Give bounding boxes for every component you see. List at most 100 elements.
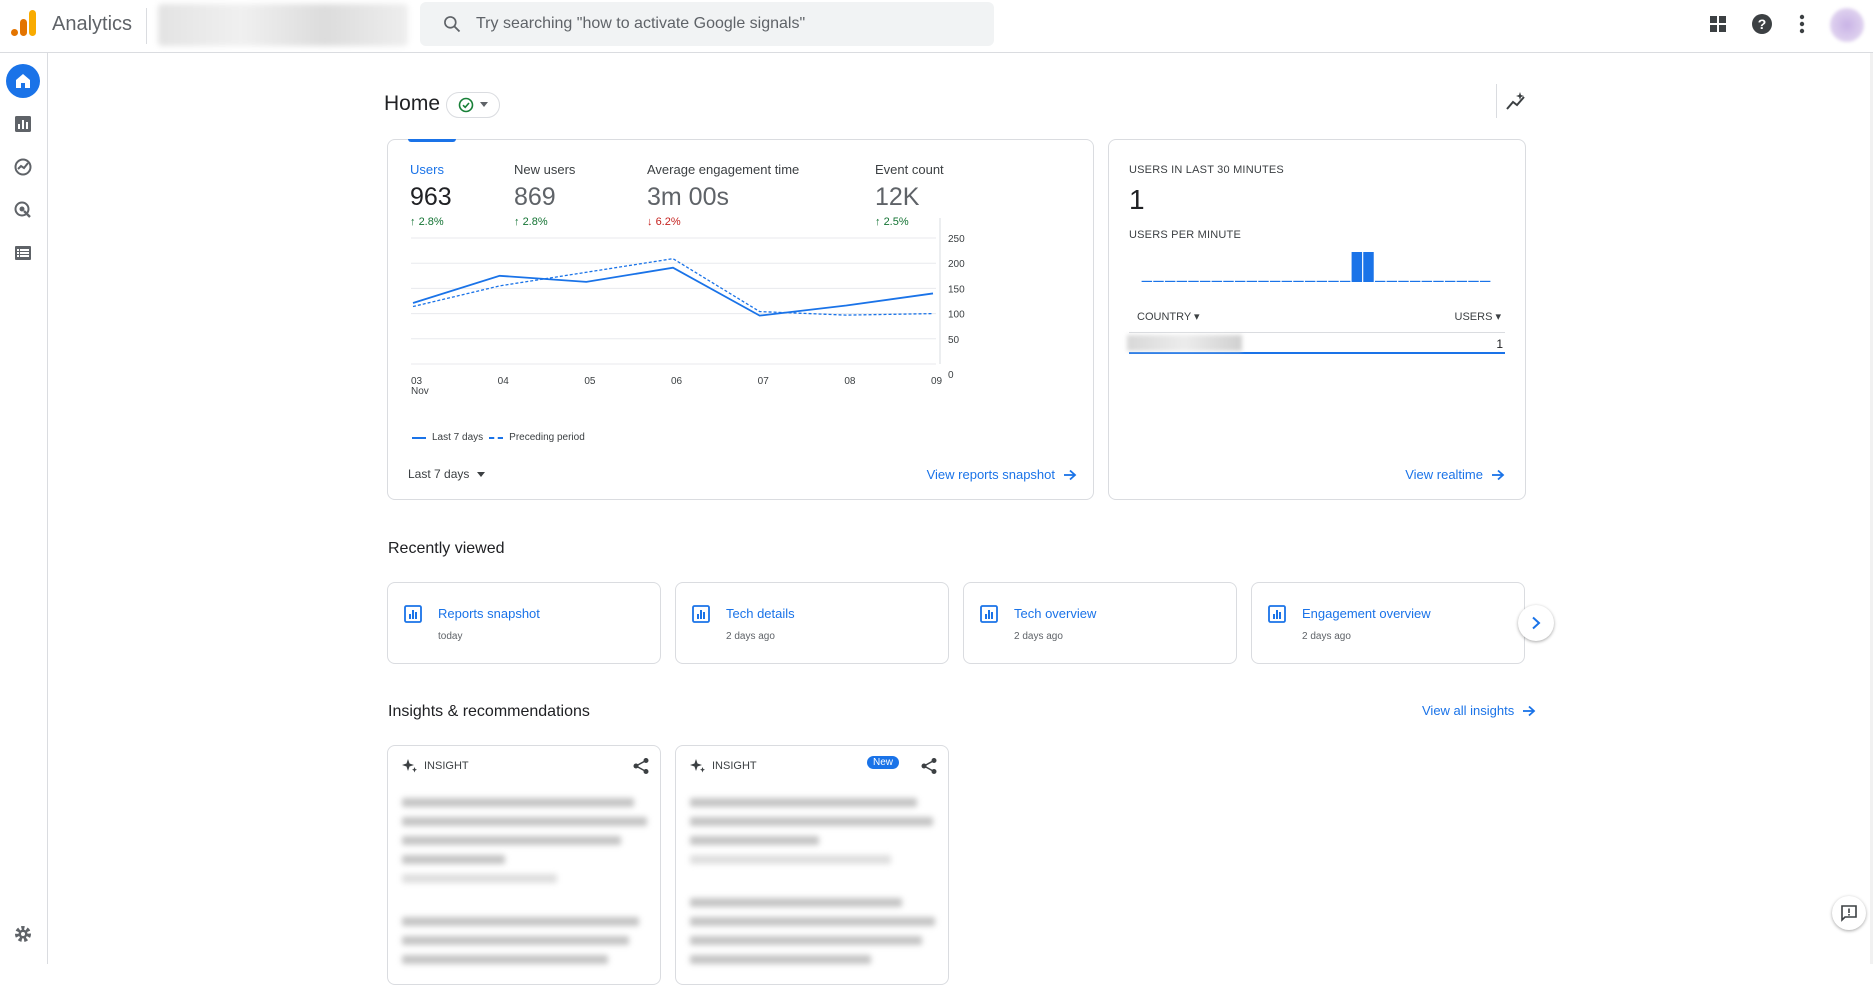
minute-bar [1316, 280, 1328, 282]
minute-bar [1398, 280, 1409, 282]
view-reports-snapshot-link[interactable]: View reports snapshot [927, 467, 1077, 482]
table-row[interactable]: 1 [1127, 332, 1505, 354]
minute-bar [1374, 280, 1386, 282]
minute-bar [1304, 280, 1316, 282]
recent-item-card[interactable]: Tech details 2 days ago [675, 582, 949, 664]
explore-icon[interactable] [6, 150, 40, 184]
page-title: Home [384, 92, 441, 115]
search-icon [444, 16, 461, 33]
y-tick-label: 250 [948, 234, 965, 245]
recent-item-name: Reports snapshot [438, 606, 540, 621]
insight-card[interactable]: INSIGHT [387, 745, 661, 985]
minute-bar [1188, 280, 1199, 282]
view-realtime-link[interactable]: View realtime [1405, 467, 1505, 482]
country-name-redacted [1127, 335, 1242, 351]
feedback-button[interactable] [1832, 896, 1866, 930]
recent-item-card[interactable]: Reports snapshot today [387, 582, 661, 664]
recent-item-time: 2 days ago [726, 631, 775, 642]
insight-header: INSIGHT [402, 758, 469, 774]
minute-bar [1223, 280, 1234, 282]
insight-label: INSIGHT [712, 760, 757, 772]
minute-bar [1409, 280, 1421, 282]
arrow-right-icon [1523, 705, 1536, 716]
y-tick-label: 0 [948, 370, 954, 381]
x-tick-sublabel: Nov [411, 386, 429, 397]
recent-item-name: Tech details [726, 606, 795, 621]
column-users[interactable]: USERS ▾ [1455, 310, 1501, 323]
insight-card[interactable]: INSIGHT New [675, 745, 949, 985]
insight-label: INSIGHT [424, 760, 469, 772]
x-tick-label: 08 [844, 376, 856, 387]
recent-item-time: 2 days ago [1302, 631, 1351, 642]
svg-text:?: ? [1758, 16, 1767, 32]
minute-bar [1444, 280, 1456, 282]
advertising-icon[interactable] [6, 193, 40, 227]
legend-current-label: Last 7 days [432, 432, 484, 443]
configure-icon[interactable] [6, 236, 40, 270]
x-tick-label: 09 [931, 376, 943, 387]
minute-bar [1258, 280, 1269, 282]
x-tick-label: 04 [498, 376, 510, 387]
legend-dashed-swatch [489, 436, 504, 439]
avatar[interactable] [1830, 8, 1864, 42]
minute-bar [1199, 280, 1211, 282]
analytics-logo-icon[interactable] [10, 8, 38, 38]
insights-title: Insights & recommendations [388, 703, 590, 720]
legend-solid-swatch [412, 436, 426, 439]
date-range-label: Last 7 days [408, 467, 470, 481]
minute-bar [1234, 280, 1246, 282]
search-input[interactable] [476, 2, 976, 46]
realtime-card: USERS IN LAST 30 MINUTES 1 USERS PER MIN… [1108, 139, 1526, 500]
data-quality-chip[interactable] [446, 92, 500, 118]
series-line-last-7-days [412, 266, 934, 317]
minute-bar [1433, 280, 1444, 282]
app-name: Analytics [52, 13, 133, 35]
y-tick-label: 200 [948, 259, 965, 270]
more-vert-icon[interactable] [1790, 12, 1814, 36]
column-country[interactable]: COUNTRY ▾ [1137, 310, 1200, 323]
realtime-caption: USERS IN LAST 30 MINUTES [1129, 164, 1284, 176]
link-label: View all insights [1422, 703, 1515, 718]
recent-item-card[interactable]: Engagement overview 2 days ago [1251, 582, 1525, 664]
account-selector[interactable] [158, 4, 408, 46]
next-button[interactable] [1518, 605, 1554, 641]
x-tick-label: 07 [758, 376, 770, 387]
insights-sparkle-icon[interactable] [1504, 90, 1528, 114]
x-tick-label: 05 [584, 376, 596, 387]
minute-bar [1339, 280, 1351, 282]
help-icon[interactable]: ? [1750, 12, 1774, 36]
date-range-dropdown[interactable]: Last 7 days [408, 467, 485, 481]
divider [1496, 84, 1497, 118]
settings-gear-icon[interactable] [6, 917, 40, 951]
home-icon[interactable] [6, 64, 40, 98]
minute-bar [1141, 280, 1153, 282]
minute-bar [1176, 280, 1188, 282]
check-circle-icon [458, 97, 474, 113]
apps-grid-icon[interactable] [1706, 12, 1730, 36]
minute-bar [1386, 280, 1398, 282]
minute-bar [1269, 280, 1281, 282]
search-bar[interactable] [420, 2, 994, 46]
top-app-bar: Analytics ? [0, 0, 1873, 53]
recent-item-card[interactable]: Tech overview 2 days ago [963, 582, 1237, 664]
minute-bar [1479, 280, 1491, 282]
share-icon[interactable] [632, 757, 650, 775]
share-icon[interactable] [920, 757, 938, 775]
minute-bar [1351, 252, 1363, 282]
minute-bar [1421, 280, 1433, 282]
arrow-right-icon [1492, 469, 1505, 480]
report-chart-icon [404, 605, 422, 623]
insight-content-redacted [684, 788, 942, 984]
recent-item-time: 2 days ago [1014, 631, 1063, 642]
view-all-insights-link[interactable]: View all insights [1422, 703, 1536, 718]
report-chart-icon [1268, 605, 1286, 623]
link-label: View realtime [1405, 467, 1483, 482]
minute-bar [1363, 252, 1374, 282]
minute-bar [1281, 280, 1293, 282]
new-badge: New [867, 756, 900, 769]
recent-item-name: Engagement overview [1302, 606, 1431, 621]
link-label: View reports snapshot [926, 467, 1055, 482]
reports-icon[interactable] [6, 107, 40, 141]
legend-previous-label: Preceding period [509, 432, 585, 443]
chart-legend: Last 7 days Preceding period [412, 432, 585, 443]
